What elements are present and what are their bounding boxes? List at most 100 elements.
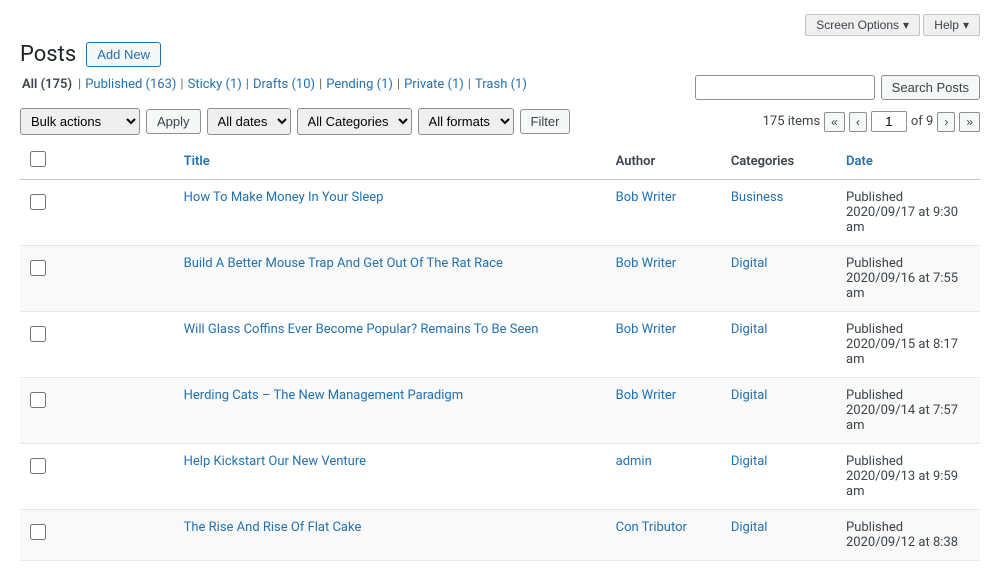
filter-button[interactable]: Filter bbox=[520, 109, 571, 134]
last-page-button[interactable]: » bbox=[959, 112, 980, 132]
row-checkbox[interactable] bbox=[30, 194, 46, 210]
current-page-input[interactable] bbox=[871, 111, 907, 132]
author-link[interactable]: Bob Writer bbox=[616, 322, 677, 337]
categories-filter-select[interactable]: All Categories bbox=[297, 108, 412, 135]
dates-filter-select[interactable]: All dates bbox=[207, 108, 291, 135]
row-author-cell: Con Tributor bbox=[606, 510, 721, 561]
row-author-cell: Bob Writer bbox=[606, 312, 721, 378]
category-link[interactable]: Digital bbox=[731, 256, 768, 271]
screen-options-chevron-icon: ▾ bbox=[903, 18, 909, 32]
sub-nav-item-private[interactable]: Private (1) bbox=[404, 77, 464, 92]
post-title-link[interactable]: The Rise And Rise Of Flat Cake bbox=[184, 520, 362, 535]
row-categories-cell: Digital bbox=[721, 444, 836, 510]
row-categories-cell: Digital bbox=[721, 510, 836, 561]
author-column-header: Author bbox=[606, 143, 721, 180]
row-checkbox[interactable] bbox=[30, 326, 46, 342]
category-link[interactable]: Digital bbox=[731, 322, 768, 337]
search-input[interactable] bbox=[695, 75, 875, 100]
row-categories-cell: Business bbox=[721, 180, 836, 246]
row-date-cell: Published2020/09/17 at 9:30 am bbox=[836, 180, 980, 246]
prev-page-button[interactable]: ‹ bbox=[849, 112, 867, 132]
categories-column-header: Categories bbox=[721, 143, 836, 180]
post-title-link[interactable]: How To Make Money In Your Sleep bbox=[184, 190, 384, 205]
help-chevron-icon: ▾ bbox=[963, 18, 969, 32]
row-checkbox-cell bbox=[20, 510, 174, 561]
category-link[interactable]: Digital bbox=[731, 454, 768, 469]
row-author-cell: admin bbox=[606, 444, 721, 510]
author-link[interactable]: Bob Writer bbox=[616, 388, 677, 403]
help-button[interactable]: Help ▾ bbox=[923, 14, 980, 36]
add-new-button[interactable]: Add New bbox=[86, 42, 161, 67]
row-date-cell: Published2020/09/15 at 8:17 am bbox=[836, 312, 980, 378]
date-sort-link[interactable]: Date bbox=[846, 154, 873, 169]
first-page-button[interactable]: « bbox=[824, 112, 845, 132]
sub-nav-item-published[interactable]: Published (163) bbox=[85, 77, 176, 92]
row-categories-cell: Digital bbox=[721, 378, 836, 444]
post-title-link[interactable]: Help Kickstart Our New Venture bbox=[184, 454, 366, 469]
row-title-cell: The Rise And Rise Of Flat Cake bbox=[174, 510, 606, 561]
row-checkbox[interactable] bbox=[30, 458, 46, 474]
title-column-header: Title bbox=[174, 143, 606, 180]
sub-nav-item-trash[interactable]: Trash (1) bbox=[475, 77, 527, 92]
sub-nav-item-all: All (175) bbox=[22, 77, 72, 92]
date-status: Published2020/09/15 at 8:17 am bbox=[846, 322, 958, 367]
row-checkbox[interactable] bbox=[30, 392, 46, 408]
filters-row: Bulk actions Apply All dates All Categor… bbox=[20, 108, 980, 135]
author-link[interactable]: admin bbox=[616, 454, 652, 469]
row-title-cell: Build A Better Mouse Trap And Get Out Of… bbox=[174, 246, 606, 312]
row-author-cell: Bob Writer bbox=[606, 378, 721, 444]
select-all-checkbox[interactable] bbox=[30, 151, 46, 167]
author-link[interactable]: Bob Writer bbox=[616, 256, 677, 271]
row-title-cell: Will Glass Coffins Ever Become Popular? … bbox=[174, 312, 606, 378]
table-row: Herding Cats – The New Management Paradi… bbox=[20, 378, 980, 444]
author-link[interactable]: Bob Writer bbox=[616, 190, 677, 205]
table-header-row: Title Author Categories Date bbox=[20, 143, 980, 180]
search-area: Search Posts bbox=[695, 75, 980, 100]
row-title-cell: Help Kickstart Our New Venture bbox=[174, 444, 606, 510]
date-status: Published2020/09/16 at 7:55 am bbox=[846, 256, 958, 301]
search-posts-button[interactable]: Search Posts bbox=[881, 75, 980, 100]
title-sort-link[interactable]: Title bbox=[184, 154, 210, 169]
table-row: Build A Better Mouse Trap And Get Out Of… bbox=[20, 246, 980, 312]
table-row: Help Kickstart Our New Venture admin Dig… bbox=[20, 444, 980, 510]
row-title-cell: Herding Cats – The New Management Paradi… bbox=[174, 378, 606, 444]
date-status: Published2020/09/17 at 9:30 am bbox=[846, 190, 958, 235]
category-link[interactable]: Digital bbox=[731, 520, 768, 535]
table-row: Will Glass Coffins Ever Become Popular? … bbox=[20, 312, 980, 378]
table-row: The Rise And Rise Of Flat Cake Con Tribu… bbox=[20, 510, 980, 561]
formats-filter-select[interactable]: All formats bbox=[418, 108, 514, 135]
posts-table: Title Author Categories Date How To Make… bbox=[20, 143, 980, 561]
category-link[interactable]: Business bbox=[731, 190, 784, 205]
pagination-area: 175 items « ‹ of 9 › » bbox=[763, 111, 980, 132]
date-status: Published2020/09/12 at 8:38 bbox=[846, 520, 958, 550]
date-status: Published2020/09/14 at 7:57 am bbox=[846, 388, 958, 433]
row-categories-cell: Digital bbox=[721, 246, 836, 312]
row-checkbox-cell bbox=[20, 312, 174, 378]
sub-nav-item-sticky[interactable]: Sticky (1) bbox=[188, 77, 242, 92]
row-checkbox-cell bbox=[20, 246, 174, 312]
page-title: Posts bbox=[20, 42, 76, 67]
row-categories-cell: Digital bbox=[721, 312, 836, 378]
row-checkbox[interactable] bbox=[30, 524, 46, 540]
category-link[interactable]: Digital bbox=[731, 388, 768, 403]
apply-button[interactable]: Apply bbox=[146, 109, 201, 134]
sub-nav: All (175)|Published (163)|Sticky (1)|Dra… bbox=[20, 77, 527, 92]
author-link[interactable]: Con Tributor bbox=[616, 520, 687, 535]
sub-nav-item-drafts[interactable]: Drafts (10) bbox=[253, 77, 315, 92]
next-page-button[interactable]: › bbox=[937, 112, 955, 132]
sub-nav-item-pending[interactable]: Pending (1) bbox=[326, 77, 393, 92]
row-date-cell: Published2020/09/13 at 9:59 am bbox=[836, 444, 980, 510]
post-title-link[interactable]: Build A Better Mouse Trap And Get Out Of… bbox=[184, 256, 503, 271]
row-checkbox-cell bbox=[20, 378, 174, 444]
date-column-header: Date bbox=[836, 143, 980, 180]
items-count: 175 items bbox=[763, 114, 821, 129]
row-checkbox[interactable] bbox=[30, 260, 46, 276]
row-checkbox-cell bbox=[20, 444, 174, 510]
bulk-actions-select[interactable]: Bulk actions bbox=[20, 108, 140, 135]
row-date-cell: Published2020/09/12 at 8:38 bbox=[836, 510, 980, 561]
post-title-link[interactable]: Will Glass Coffins Ever Become Popular? … bbox=[184, 322, 539, 337]
row-author-cell: Bob Writer bbox=[606, 246, 721, 312]
post-title-link[interactable]: Herding Cats – The New Management Paradi… bbox=[184, 388, 464, 403]
row-checkbox-cell bbox=[20, 180, 174, 246]
screen-options-button[interactable]: Screen Options ▾ bbox=[805, 14, 920, 36]
